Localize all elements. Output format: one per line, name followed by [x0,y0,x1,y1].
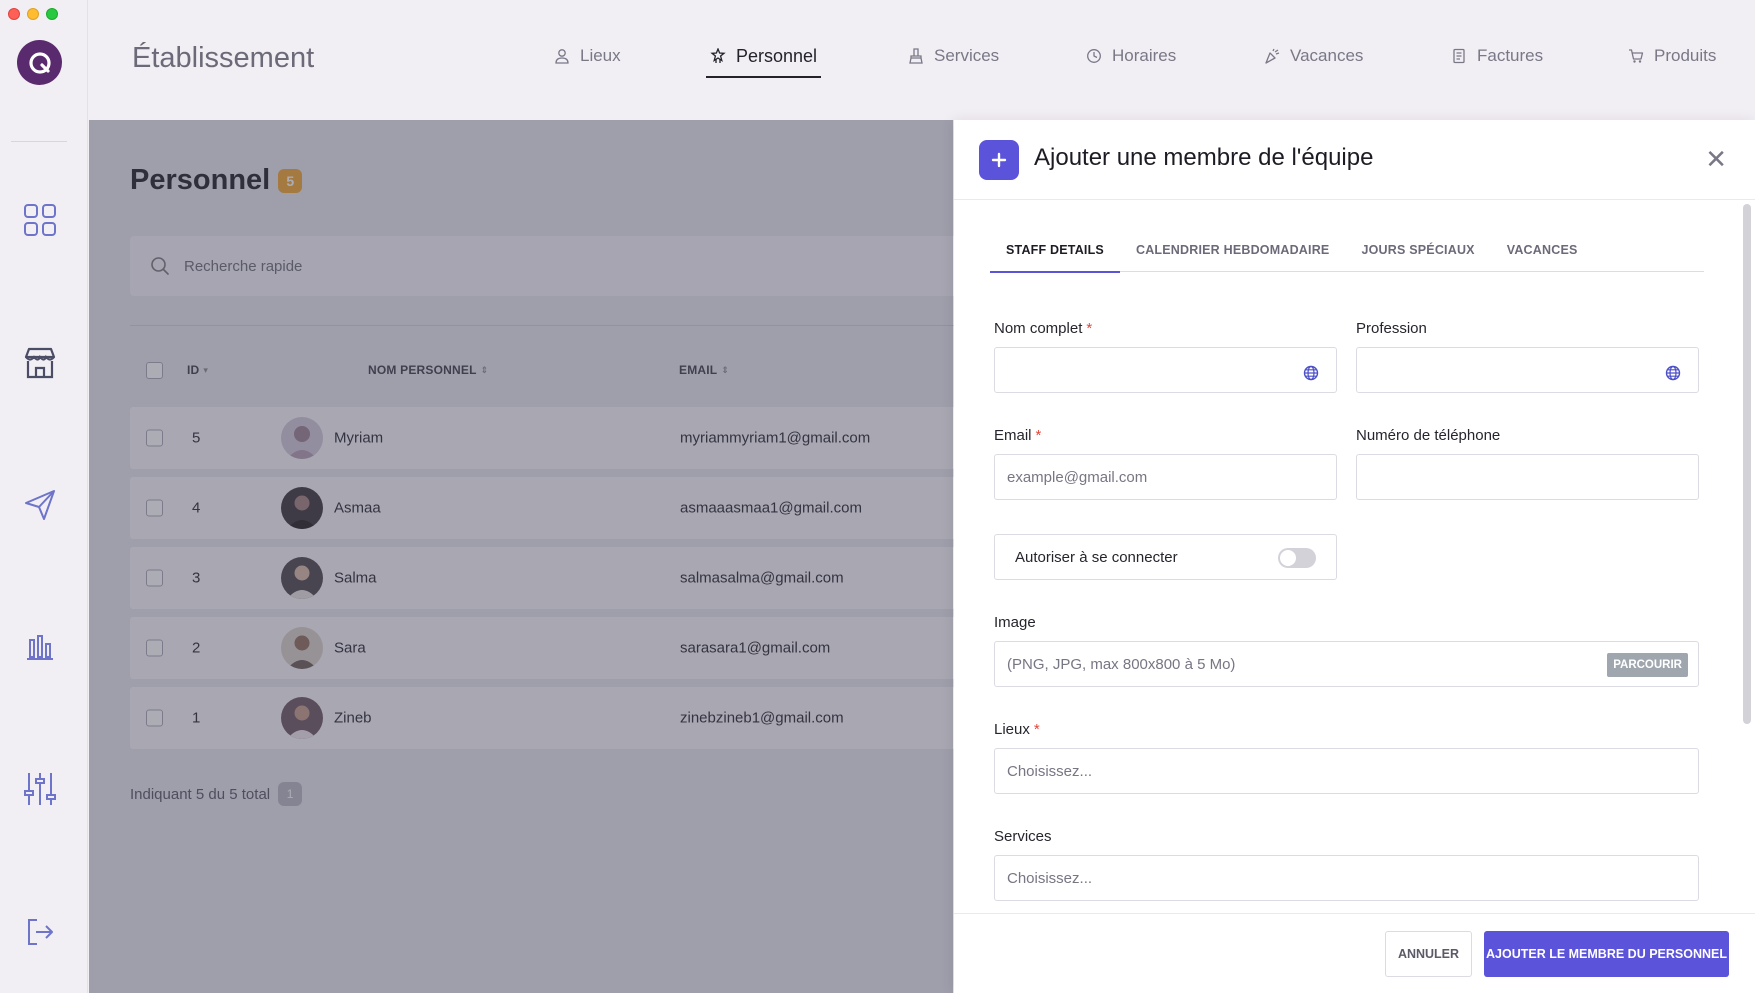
tab-services[interactable]: Services [908,38,999,74]
cart-icon [1629,49,1644,63]
tab-services-label: Services [934,46,1000,65]
tab-vacations[interactable]: VACANCES [1491,238,1594,272]
tab-produits-label: Produits [1654,46,1717,65]
window-zoom-button[interactable] [46,8,58,20]
required-mark: * [1035,427,1042,444]
drawer-header: Ajouter une membre de l'équipe ✕ [954,120,1755,200]
locations-label: Lieux * [994,721,1040,738]
browse-button[interactable]: PARCOURIR [1607,653,1688,677]
tab-vacances-label: Vacances [1290,46,1364,65]
main-tabs: Lieux Personnel Services Horaires Vacanc… [88,38,1755,78]
full-name-label: Nom complet * [994,320,1092,337]
globe-icon[interactable] [1665,365,1681,381]
app-logo[interactable] [17,40,62,85]
drawer-title: Ajouter une membre de l'équipe [1034,144,1374,171]
sidebar-item-dashboard[interactable] [20,200,60,240]
logout-icon [28,919,53,945]
add-staff-member-button[interactable]: AJOUTER LE MEMBRE DU PERSONNEL [1484,931,1729,977]
sidebar-item-settings[interactable] [20,769,60,809]
send-icon [25,490,55,520]
party-icon [1265,48,1280,64]
drawer-footer: ANNULER AJOUTER LE MEMBRE DU PERSONNEL [954,913,1755,993]
email-label: Email * [994,427,1041,444]
tab-factures[interactable]: Factures [1451,38,1543,74]
bar-chart-icon [27,635,53,660]
dashboard-grid-icon [24,204,56,236]
logo-mark-icon [28,51,51,74]
image-label: Image [994,614,1036,631]
required-mark: * [1033,721,1040,738]
brush-icon [909,48,923,64]
tab-lieux-label: Lieux [580,46,621,65]
tab-weekly-calendar[interactable]: CALENDRIER HEBDOMADAIRE [1120,238,1346,272]
modal-backdrop[interactable] [89,120,953,993]
globe-icon[interactable] [1303,365,1319,381]
allow-login-toggle[interactable] [1278,548,1316,568]
locations-select[interactable] [994,748,1699,794]
tab-staff-details[interactable]: STAFF DETAILS [990,238,1120,273]
tab-factures-label: Factures [1477,46,1544,65]
person-pin-icon [555,49,569,64]
sidebar-item-stats[interactable] [20,626,60,666]
invoice-icon [1453,48,1465,64]
email-field[interactable] [994,454,1337,500]
cancel-button[interactable]: ANNULER [1385,931,1472,977]
tab-vacances[interactable]: Vacances [1264,38,1363,74]
services-label: Services [994,828,1052,845]
staff-star-icon [710,48,726,63]
phone-input[interactable] [1356,454,1699,500]
tab-special-days[interactable]: JOURS SPÉCIAUX [1345,238,1490,272]
top-bar: Établissement Lieux Personnel Services H… [88,0,1755,120]
locations-label-text: Lieux [994,721,1030,738]
sidebar [0,0,88,993]
window-minimize-button[interactable] [27,8,39,20]
clock-icon [1087,49,1101,63]
tab-personnel-label: Personnel [736,45,818,66]
add-staff-drawer: Ajouter une membre de l'équipe ✕ STAFF D… [954,120,1755,993]
close-icon[interactable]: ✕ [1705,146,1727,172]
window-controls [8,8,58,20]
tab-personnel[interactable]: Personnel [705,38,822,78]
email-label-text: Email [994,427,1032,444]
add-icon-button [979,140,1019,180]
image-upload-field[interactable]: (PNG, JPG, max 800x800 à 5 Mo) PARCOURIR [994,641,1699,687]
tab-horaires[interactable]: Horaires [1086,38,1176,74]
tab-produits[interactable]: Produits [1628,38,1716,74]
profession-label: Profession [1356,320,1427,337]
required-mark: * [1086,320,1093,337]
allow-login-label: Autoriser à se connecter [1015,548,1178,566]
full-name-input[interactable] [994,347,1337,393]
sidebar-item-store[interactable] [20,343,60,383]
sidebar-item-campaigns[interactable] [20,485,60,525]
plus-icon [991,152,1007,168]
full-name-label-text: Nom complet [994,320,1083,337]
services-select[interactable] [994,855,1699,901]
phone-label: Numéro de téléphone [1356,427,1501,444]
sidebar-divider [11,141,67,142]
tab-lieux[interactable]: Lieux [554,38,621,74]
drawer-tabs: STAFF DETAILS CALENDRIER HEBDOMADAIRE JO… [990,238,1704,273]
image-hint: (PNG, JPG, max 800x800 à 5 Mo) [1007,655,1236,673]
sidebar-item-logout[interactable] [20,912,60,952]
sliders-icon [24,773,56,805]
store-icon [24,347,56,379]
drawer-scrollbar[interactable] [1743,204,1751,724]
window-close-button[interactable] [8,8,20,20]
allow-login-row: Autoriser à se connecter [994,534,1337,580]
tab-horaires-label: Horaires [1112,46,1177,65]
profession-input[interactable] [1356,347,1699,393]
